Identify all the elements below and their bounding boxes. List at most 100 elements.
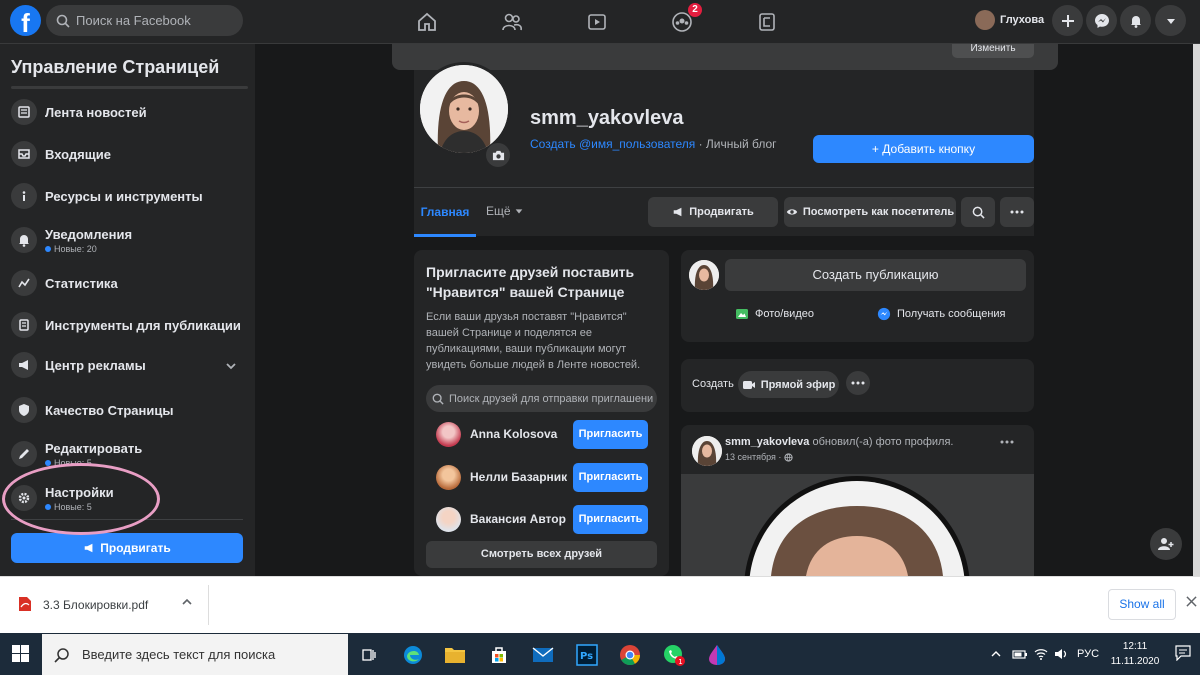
more-options-button[interactable]: [846, 371, 870, 395]
create-button[interactable]: [1052, 5, 1083, 36]
divider: [414, 187, 1034, 188]
sidebar-item-publishing-tools[interactable]: Инструменты для публикации: [11, 305, 248, 345]
sidebar-item-label: Качество Страницы: [45, 402, 174, 418]
promote-button[interactable]: Продвигать: [11, 533, 243, 563]
sidebar-item-ad-center[interactable]: Центр рекламы: [11, 345, 248, 385]
edge-browser-icon[interactable]: [399, 641, 427, 669]
get-messages-button[interactable]: Получать сообщения: [877, 307, 1006, 321]
chrome-icon[interactable]: [616, 641, 644, 669]
avatar: [692, 436, 722, 466]
megaphone-icon: [11, 352, 37, 378]
home-icon[interactable]: [413, 8, 441, 36]
store-icon[interactable]: [485, 641, 513, 669]
scrollbar[interactable]: [1193, 44, 1200, 576]
new-chat-button[interactable]: [1150, 528, 1182, 560]
caret-down-icon: [1166, 18, 1175, 24]
live-video-button[interactable]: Прямой эфир: [738, 371, 839, 398]
sidebar-item-resources[interactable]: Ресурсы и инструменты: [11, 176, 248, 216]
user-name: Глухова: [1000, 14, 1045, 26]
add-button[interactable]: + Добавить кнопку: [813, 135, 1034, 163]
promote-page-button[interactable]: Продвигать: [648, 197, 778, 227]
sidebar-item-page-quality[interactable]: Качество Страницы: [11, 390, 248, 430]
show-all-button[interactable]: Show all: [1108, 589, 1176, 620]
create-label: Создать: [692, 378, 734, 390]
create-username-link[interactable]: Создать @имя_пользователя: [530, 137, 695, 151]
task-view-icon[interactable]: [355, 641, 383, 669]
sidebar-item-inbox[interactable]: Входящие: [11, 134, 248, 174]
whatsapp-icon[interactable]: 1: [660, 641, 688, 669]
sidebar-item-label: Уведомления: [45, 226, 133, 242]
post-date: 13 сентября ·: [725, 452, 794, 462]
divider: [208, 585, 209, 625]
see-all-friends-button[interactable]: Смотреть всех друзей: [426, 541, 657, 568]
tray-chevron-icon[interactable]: [990, 648, 1002, 660]
search-input[interactable]: Поиск на Facebook: [46, 5, 243, 36]
post-options-icon[interactable]: [1000, 440, 1014, 444]
chevron-up-icon[interactable]: [181, 596, 193, 608]
messenger-button[interactable]: [1086, 5, 1117, 36]
camera-icon[interactable]: [486, 143, 510, 167]
groups-icon[interactable]: 2: [668, 3, 702, 36]
page-subtitle: Создать @имя_пользователя · Личный блог: [530, 137, 777, 151]
sidebar-item-news-feed[interactable]: Лента новостей: [11, 92, 248, 132]
photo-video-button[interactable]: Фото/видео: [735, 307, 814, 321]
volume-icon[interactable]: [1054, 648, 1068, 660]
create-post-button[interactable]: Создать публикацию: [725, 259, 1026, 291]
sidebar-item-label: Редактировать: [45, 440, 143, 456]
download-file-name[interactable]: 3.3 Блокировки.pdf: [43, 598, 148, 612]
wifi-icon[interactable]: [1034, 648, 1048, 660]
file-explorer-icon[interactable]: [441, 641, 469, 669]
svg-text:Ps: Ps: [580, 651, 593, 662]
language-indicator[interactable]: РУС: [1077, 648, 1099, 660]
chevron-down-icon[interactable]: [225, 360, 237, 372]
mail-icon[interactable]: [529, 641, 557, 669]
sidebar-item-statistics[interactable]: Статистика: [11, 263, 248, 303]
sidebar-item-label: Инструменты для публикации: [45, 317, 241, 333]
list-item: Нелли Базарник Пригласить: [436, 462, 648, 492]
search-icon: [56, 14, 70, 28]
promote-label: Продвигать: [100, 541, 171, 555]
edit-cover-button[interactable]: Изменить: [952, 44, 1034, 58]
post-image[interactable]: [681, 474, 1034, 576]
gaming-icon[interactable]: [753, 8, 781, 36]
friend-search-input[interactable]: Поиск друзей для отправки приглашени: [426, 385, 657, 412]
plus-icon: [1061, 14, 1074, 27]
paint-drop-icon[interactable]: [703, 641, 731, 669]
watch-icon[interactable]: [583, 8, 611, 36]
post-action: обновил(-а) фото профиля.: [809, 436, 954, 448]
page-search-button[interactable]: [961, 197, 995, 227]
live-icon: [742, 380, 755, 389]
notifications-button[interactable]: [1120, 5, 1151, 36]
windows-start-icon[interactable]: [12, 645, 29, 662]
tab-more[interactable]: Ещё: [486, 204, 524, 218]
photoshop-icon[interactable]: Ps: [573, 641, 601, 669]
avatar: [689, 260, 719, 290]
post-header: smm_yakovleva обновил(-а) фото профиля.: [725, 436, 953, 448]
more-options-button[interactable]: [1000, 197, 1034, 227]
view-as-visitor-button[interactable]: Посмотреть как посетитель: [784, 197, 956, 227]
chart-icon: [11, 270, 37, 296]
invite-button[interactable]: Пригласить: [573, 419, 648, 449]
taskbar-search-placeholder: Введите здесь текст для поиска: [82, 647, 276, 662]
profile-picture[interactable]: [417, 62, 511, 156]
taskbar-search-input[interactable]: Введите здесь текст для поиска: [42, 634, 348, 675]
account-menu-button[interactable]: [1155, 5, 1186, 36]
notifications-center-icon[interactable]: [1175, 645, 1191, 661]
megaphone-icon: [84, 543, 93, 553]
divider: [11, 86, 248, 89]
invite-button[interactable]: Пригласить: [573, 504, 648, 534]
search-icon: [432, 393, 444, 405]
invite-button[interactable]: Пригласить: [573, 462, 648, 492]
profile-shortcut[interactable]: Глухова: [975, 10, 1044, 30]
bell-icon: [11, 227, 37, 253]
facebook-logo[interactable]: f: [10, 5, 41, 36]
friend-name: Вакансия Автор: [470, 512, 566, 526]
friends-icon[interactable]: [498, 8, 526, 36]
pdf-file-icon: [17, 596, 33, 612]
post-author[interactable]: smm_yakovleva: [725, 436, 809, 448]
sidebar-item-notifications[interactable]: Уведомления Новые: 20: [11, 220, 248, 260]
tab-main[interactable]: Главная: [414, 197, 476, 237]
system-clock[interactable]: 12:11 11.11.2020: [1110, 639, 1160, 669]
close-icon[interactable]: [1186, 596, 1197, 607]
battery-icon[interactable]: [1012, 648, 1028, 660]
